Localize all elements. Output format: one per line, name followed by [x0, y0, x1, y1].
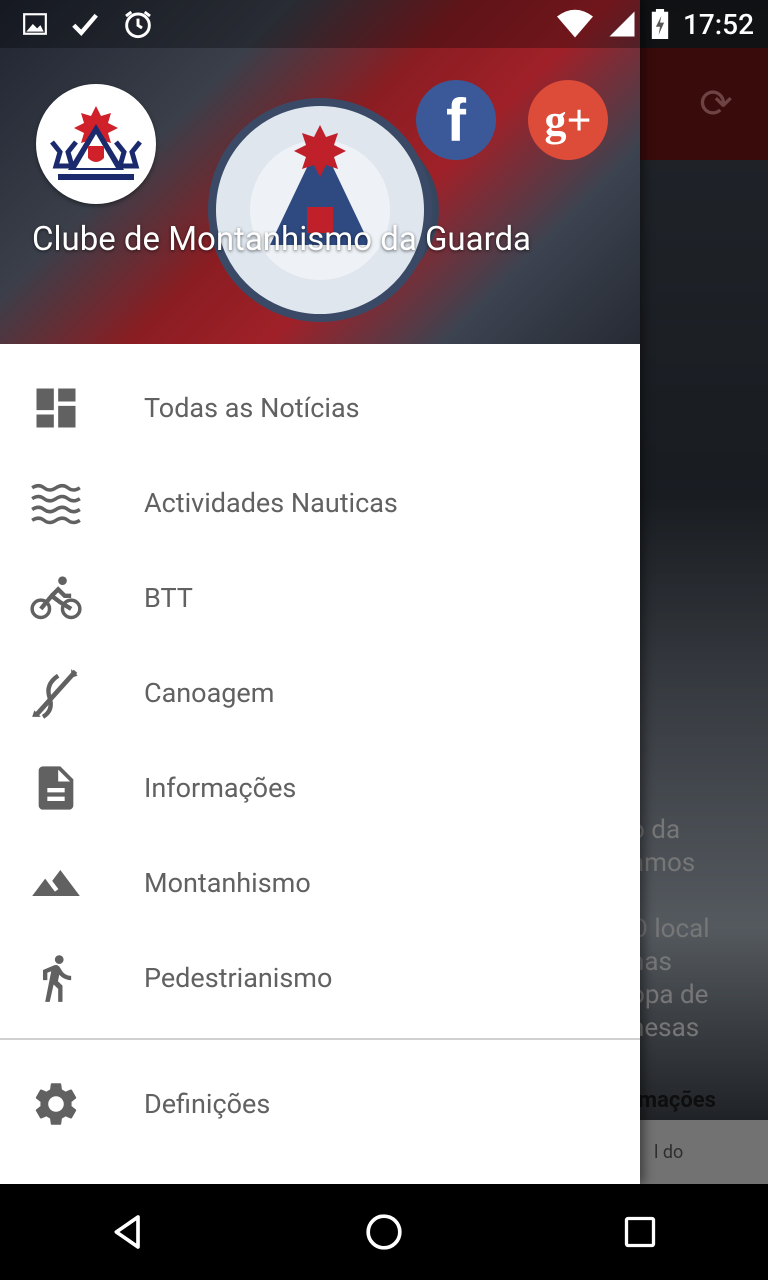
- drawer-header: f g+ Clube de Montanhismo da Guarda: [0, 0, 640, 344]
- menu-item-canoagem[interactable]: Canoagem: [0, 645, 640, 740]
- dashboard-icon: [0, 360, 112, 455]
- club-badge-image: [208, 98, 432, 322]
- menu-divider: [0, 1038, 640, 1040]
- status-bar: 17:52: [0, 0, 768, 48]
- menu-item-label: Montanhismo: [144, 866, 311, 899]
- menu-item-actividades-nauticas[interactable]: Actividades Nauticas: [0, 455, 640, 550]
- image-icon: [23, 13, 47, 35]
- menu-item-informacoes[interactable]: Informações: [0, 740, 640, 835]
- menu-item-label: Todas as Notícias: [144, 391, 360, 424]
- signal-icon: [609, 11, 635, 37]
- battery-charging-icon: [651, 9, 669, 39]
- google-plus-icon[interactable]: g+: [528, 80, 608, 160]
- mountain-icon: [0, 835, 112, 930]
- menu-item-label: Canoagem: [144, 676, 275, 709]
- recents-icon: [624, 1216, 656, 1248]
- menu-item-todas-noticias[interactable]: Todas as Notícias: [0, 360, 640, 455]
- drawer-menu: Todas as Notícias Actividades Nauticas B…: [0, 360, 640, 1025]
- check-icon: [72, 13, 98, 36]
- clock: 17:52: [682, 7, 754, 41]
- settings-icon: [0, 1056, 112, 1151]
- system-navigation-bar: [0, 1184, 768, 1280]
- club-logo[interactable]: [36, 84, 156, 204]
- back-icon: [114, 1215, 140, 1249]
- menu-item-label: Actividades Nauticas: [144, 486, 398, 519]
- menu-item-pedestrianismo[interactable]: Pedestrianismo: [0, 930, 640, 1025]
- menu-item-label: Informações: [144, 771, 297, 804]
- canoe-icon: [0, 645, 112, 740]
- menu-item-label: BTT: [144, 581, 193, 614]
- menu-item-definicoes[interactable]: Definições: [0, 1056, 640, 1151]
- navigation-drawer: f g+ Clube de Montanhismo da Guarda Toda…: [0, 0, 640, 1184]
- menu-item-montanhismo[interactable]: Montanhismo: [0, 835, 640, 930]
- menu-item-label: Definições: [144, 1087, 271, 1120]
- bike-icon: [0, 550, 112, 645]
- menu-item-label: Pedestrianismo: [144, 961, 333, 994]
- facebook-icon[interactable]: f: [416, 80, 496, 160]
- wifi-icon: [556, 9, 593, 38]
- club-name: Clube de Montanhismo da Guarda: [32, 220, 532, 259]
- settings-section: Definições: [0, 1056, 640, 1151]
- home-icon: [366, 1214, 402, 1250]
- home-button[interactable]: [336, 1184, 432, 1280]
- alarm-icon: [125, 10, 151, 39]
- recents-button[interactable]: [592, 1184, 688, 1280]
- document-icon: [0, 740, 112, 835]
- walk-icon: [0, 930, 112, 1025]
- waves-icon: [0, 455, 112, 550]
- menu-item-btt[interactable]: BTT: [0, 550, 640, 645]
- back-button[interactable]: [80, 1184, 176, 1280]
